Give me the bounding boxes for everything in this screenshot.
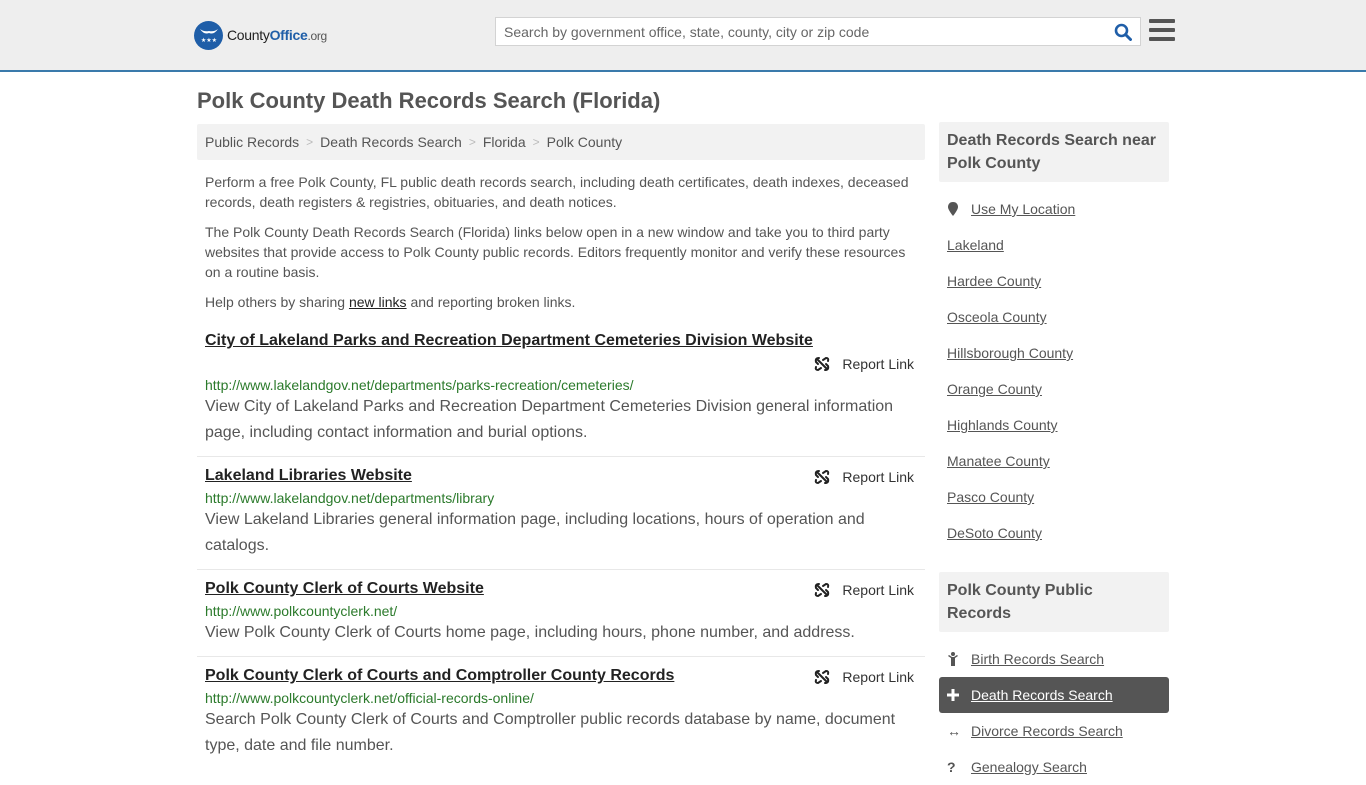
nearby-link-hillsborough[interactable]: Hillsborough County <box>947 345 1073 361</box>
child-icon <box>947 651 971 667</box>
result-item: Polk County Clerk of Courts and Comptrol… <box>197 657 925 769</box>
breadcrumb-florida[interactable]: Florida <box>483 134 526 150</box>
intro-paragraph-3: Help others by sharing new links and rep… <box>205 292 917 312</box>
breadcrumb-death-records[interactable]: Death Records Search <box>320 134 462 150</box>
result-title-link[interactable]: City of Lakeland Parks and Recreation De… <box>205 332 813 350</box>
breadcrumb: Public Records > Death Records Search > … <box>197 124 925 160</box>
nearby-item[interactable]: DeSoto County <box>939 515 1169 551</box>
result-url[interactable]: http://www.polkcountyclerk.net/ <box>205 603 914 619</box>
breadcrumb-public-records[interactable]: Public Records <box>205 134 299 150</box>
sidebar-item-divorce-records[interactable]: ↔ Divorce Records Search <box>939 713 1169 749</box>
intro-text: Help others by sharing <box>205 294 349 310</box>
report-link-label: Report Link <box>842 582 914 598</box>
sidebar-public-records: Polk County Public Records Birth Records… <box>939 572 1169 785</box>
main-content: Public Records > Death Records Search > … <box>197 124 925 769</box>
result-url[interactable]: http://www.lakelandgov.net/departments/l… <box>205 490 914 506</box>
death-records-link[interactable]: Death Records Search <box>971 687 1113 703</box>
sidebar-nearby: Death Records Search near Polk County Us… <box>939 122 1169 551</box>
logo-tld: .org <box>307 29 327 43</box>
sidebar-public-records-heading: Polk County Public Records <box>939 572 1169 632</box>
result-url[interactable]: http://www.polkcountyclerk.net/official-… <box>205 690 914 706</box>
divorce-records-link[interactable]: Divorce Records Search <box>971 723 1123 739</box>
logo-brand: Office <box>269 27 308 43</box>
arrows-horizontal-icon: ↔ <box>947 723 961 739</box>
nearby-item[interactable]: Hardee County <box>939 263 1169 299</box>
report-link-label: Report Link <box>842 356 914 372</box>
nearby-link-lakeland[interactable]: Lakeland <box>947 237 1004 253</box>
intro-paragraph-1: Perform a free Polk County, FL public de… <box>205 174 909 210</box>
result-title-link[interactable]: Lakeland Libraries Website <box>205 467 412 485</box>
hamburger-menu-icon[interactable] <box>1149 19 1175 41</box>
broken-link-icon <box>815 669 830 685</box>
birth-records-link[interactable]: Birth Records Search <box>971 651 1104 667</box>
nearby-item[interactable]: Pasco County <box>939 479 1169 515</box>
logo-text: CountyOffice.org <box>227 27 327 43</box>
breadcrumb-separator: > <box>532 135 540 149</box>
logo[interactable]: ★★★ CountyOffice.org <box>194 20 327 50</box>
breadcrumb-separator: > <box>306 135 314 149</box>
results-list: City of Lakeland Parks and Recreation De… <box>197 328 925 769</box>
nearby-link-orange[interactable]: Orange County <box>947 381 1042 397</box>
report-link-label: Report Link <box>842 669 914 685</box>
nearby-item[interactable]: Hillsborough County <box>939 335 1169 371</box>
public-records-list: Birth Records Search Death Records Searc… <box>939 632 1169 785</box>
result-description: Search Polk County Clerk of Courts and C… <box>205 711 896 754</box>
plus-icon <box>947 689 971 701</box>
question-icon: ? <box>947 759 956 775</box>
broken-link-icon <box>815 356 830 372</box>
sidebar-item-death-records[interactable]: Death Records Search <box>939 677 1169 713</box>
nearby-link-desoto[interactable]: DeSoto County <box>947 525 1042 541</box>
page-title: Polk County Death Records Search (Florid… <box>197 88 661 113</box>
nearby-link-highlands[interactable]: Highlands County <box>947 417 1058 433</box>
top-bar: ★★★ CountyOffice.org <box>0 0 1366 72</box>
result-item: Lakeland Libraries Website Report Link h… <box>197 457 925 570</box>
result-item: Polk County Clerk of Courts Website Repo… <box>197 570 925 657</box>
map-marker-icon <box>947 201 971 217</box>
use-my-location-link[interactable]: Use My Location <box>971 201 1075 217</box>
genealogy-link[interactable]: Genealogy Search <box>971 759 1087 775</box>
sidebar-nearby-heading: Death Records Search near Polk County <box>939 122 1169 182</box>
breadcrumb-polk-county[interactable]: Polk County <box>547 134 622 150</box>
nearby-item[interactable]: Orange County <box>939 371 1169 407</box>
nearby-link-manatee[interactable]: Manatee County <box>947 453 1050 469</box>
sidebar-item-genealogy[interactable]: ? Genealogy Search <box>939 749 1169 785</box>
search-box <box>495 17 1141 46</box>
sidebar-item-birth-records[interactable]: Birth Records Search <box>939 641 1169 677</box>
report-link-button[interactable]: Report Link <box>814 582 914 598</box>
nearby-link-osceola[interactable]: Osceola County <box>947 309 1047 325</box>
broken-link-icon <box>815 469 830 485</box>
svg-text:★★★: ★★★ <box>200 37 216 44</box>
intro-text: and reporting broken links. <box>406 294 576 310</box>
nearby-list: Use My Location Lakeland Hardee County O… <box>939 182 1169 551</box>
logo-eagle-icon: ★★★ <box>194 20 223 50</box>
logo-name: County <box>227 27 270 43</box>
broken-link-icon <box>815 582 830 598</box>
breadcrumb-separator: > <box>468 135 476 149</box>
result-description: View Lakeland Libraries general informat… <box>205 511 865 554</box>
search-input[interactable] <box>496 18 1106 45</box>
report-link-button[interactable]: Report Link <box>205 356 914 372</box>
nearby-item[interactable]: Osceola County <box>939 299 1169 335</box>
intro: Perform a free Polk County, FL public de… <box>197 172 925 312</box>
report-link-label: Report Link <box>842 469 914 485</box>
nearby-link-hardee[interactable]: Hardee County <box>947 273 1041 289</box>
intro-paragraph-2: The Polk County Death Records Search (Fl… <box>205 224 906 280</box>
result-url[interactable]: http://www.lakelandgov.net/departments/p… <box>205 377 914 393</box>
nearby-item[interactable]: Manatee County <box>939 443 1169 479</box>
report-link-button[interactable]: Report Link <box>814 469 914 485</box>
nearby-item[interactable]: Lakeland <box>939 227 1169 263</box>
nearby-link-pasco[interactable]: Pasco County <box>947 489 1034 505</box>
result-title-link[interactable]: Polk County Clerk of Courts Website <box>205 580 484 598</box>
search-button[interactable] <box>1106 18 1140 45</box>
result-title-link[interactable]: Polk County Clerk of Courts and Comptrol… <box>205 667 674 685</box>
result-description: View City of Lakeland Parks and Recreati… <box>205 398 894 441</box>
new-links-link[interactable]: new links <box>349 294 407 310</box>
nearby-item[interactable]: Highlands County <box>939 407 1169 443</box>
report-link-button[interactable]: Report Link <box>814 669 914 685</box>
result-item: City of Lakeland Parks and Recreation De… <box>197 328 925 457</box>
use-my-location[interactable]: Use My Location <box>939 191 1169 227</box>
result-description: View Polk County Clerk of Courts home pa… <box>205 624 855 641</box>
search-icon <box>1114 23 1132 41</box>
